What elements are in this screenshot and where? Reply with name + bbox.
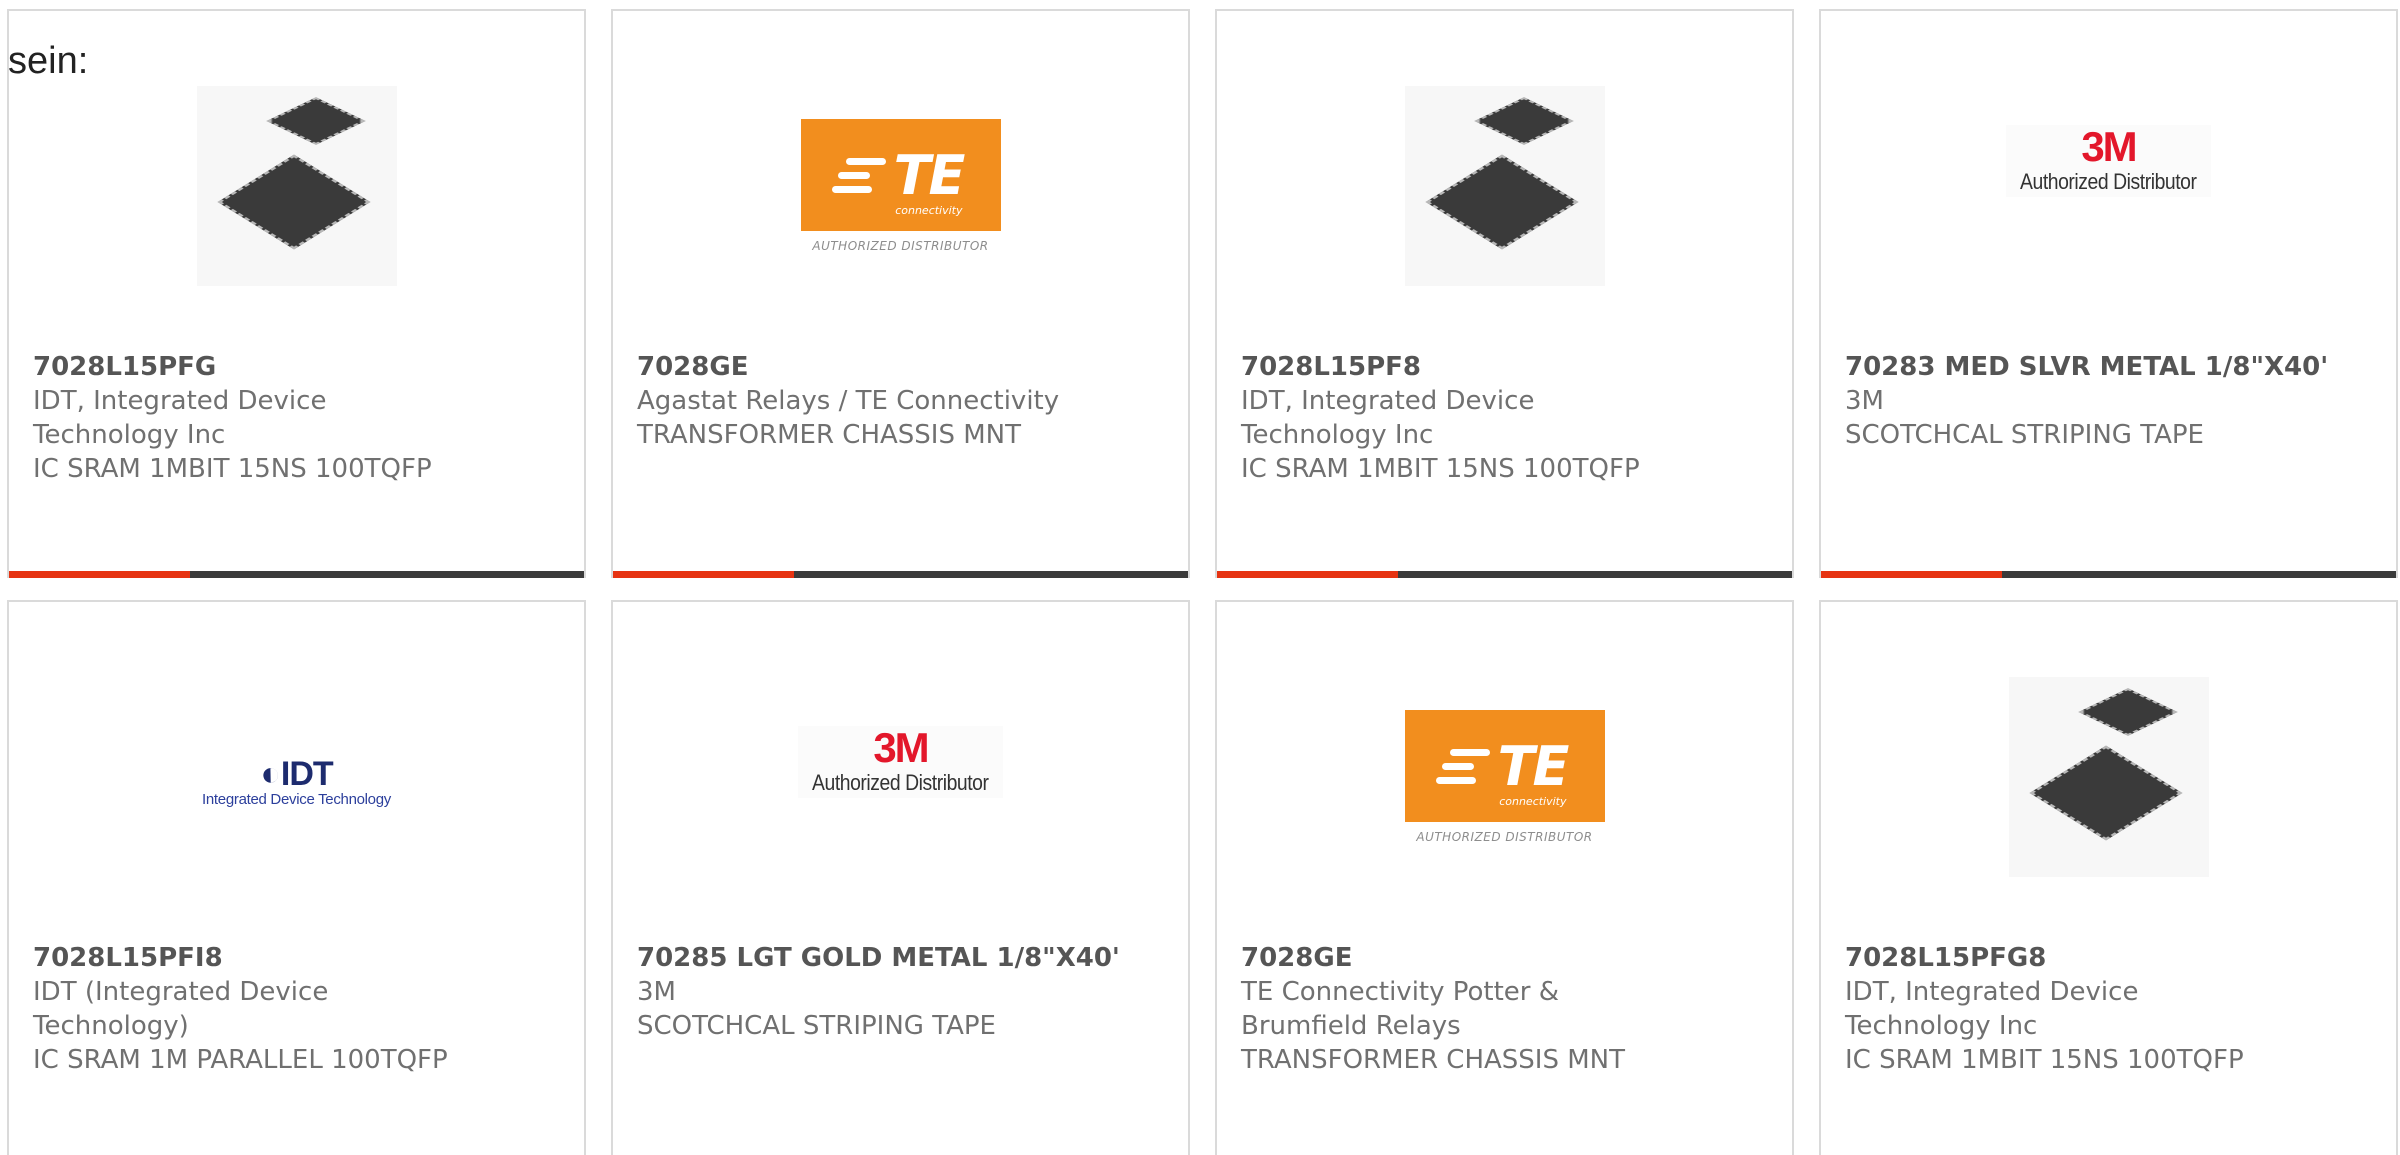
product-info: 70285 LGT GOLD METAL 1/8"X40' 3M SCOTCHC… [637, 941, 1168, 1043]
part-number-link[interactable]: 7028GE [637, 350, 1168, 384]
product-results-page: sein: 7028L15PFG IDT, Integrated Device … [0, 0, 2400, 1155]
product-image-area[interactable]: ◐ IDT Integrated Device Technology [9, 742, 584, 822]
product-card[interactable]: ◐ IDT Integrated Device Technology 7028L… [7, 600, 586, 1155]
manufacturer-name: TE Connectivity Potter & Brumfield Relay… [1241, 977, 1560, 1041]
product-image-area[interactable]: 3M Authorized Distributor [613, 722, 1188, 802]
te-logo-subtext: connectivity [895, 204, 963, 217]
prefix-text: sein: [8, 40, 89, 82]
idt-logo-caption: Integrated Device Technology [202, 790, 391, 808]
chip-large-shape [1425, 154, 1578, 250]
product-info: 7028GE TE Connectivity Potter & Brumfiel… [1241, 941, 1772, 1077]
manufacturer-name: 3M [1845, 386, 1884, 416]
3m-logo[interactable]: 3M Authorized Distributor [798, 726, 1003, 798]
product-image-area[interactable] [1821, 662, 2396, 892]
card-bottom-bar [1217, 571, 1792, 578]
product-card[interactable]: 3M Authorized Distributor 70285 LGT GOLD… [611, 600, 1190, 1155]
product-grid: 7028L15PFG IDT, Integrated Device Techno… [7, 9, 2398, 1155]
te-connectivity-logo[interactable]: TE connectivity AUTHORIZED DISTRIBUTOR [800, 119, 1001, 253]
idt-circle-icon: ◐ [260, 754, 281, 793]
te-logo-caption: AUTHORIZED DISTRIBUTOR [812, 239, 989, 253]
product-image-area[interactable] [1217, 71, 1792, 301]
chip-package-image[interactable] [196, 86, 397, 286]
product-card[interactable]: TE connectivity AUTHORIZED DISTRIBUTOR 7… [1215, 600, 1794, 1155]
3m-logo-caption: Authorized Distributor [2020, 169, 2197, 194]
te-logo-mark: TE [893, 143, 966, 207]
3m-logo-mark: 3M [873, 724, 929, 771]
product-image-area[interactable]: TE connectivity AUTHORIZED DISTRIBUTOR [1217, 662, 1792, 892]
product-description: TRANSFORMER CHASSIS MNT [637, 420, 1022, 450]
te-logo-subtext: connectivity [1499, 795, 1567, 808]
idt-logo-top: ◐ IDT [260, 754, 334, 793]
manufacturer-name: IDT, Integrated Device Technology Inc [33, 386, 327, 450]
chip-small-shape [1474, 97, 1573, 145]
card-accent-segment [613, 571, 794, 578]
te-logo-box: TE connectivity [800, 119, 1001, 231]
te-stripes-icon [831, 157, 886, 193]
chip-package-image[interactable] [2008, 677, 2209, 877]
te-logo-mark: TE [1497, 734, 1570, 798]
card-accent-segment [9, 571, 190, 578]
chip-small-shape [2078, 688, 2177, 736]
card-bottom-bar [613, 571, 1188, 578]
part-number-link[interactable]: 7028L15PFI8 [33, 941, 564, 975]
product-info: 70283 MED SLVR METAL 1/8"X40' 3M SCOTCHC… [1845, 350, 2376, 452]
card-accent-segment [1821, 571, 2002, 578]
chip-package-image[interactable] [1404, 86, 1605, 286]
product-card[interactable]: 7028L15PF8 IDT, Integrated Device Techno… [1215, 9, 1794, 578]
part-number-link[interactable]: 7028GE [1241, 941, 1772, 975]
part-number-link[interactable]: 7028L15PFG [33, 350, 564, 384]
part-number-link[interactable]: 7028L15PFG8 [1845, 941, 2376, 975]
product-description: SCOTCHCAL STRIPING TAPE [637, 1011, 996, 1041]
product-info: 7028L15PFI8 IDT (Integrated Device Techn… [33, 941, 564, 1077]
product-description: TRANSFORMER CHASSIS MNT [1241, 1045, 1626, 1075]
product-info: 7028GE Agastat Relays / TE Connectivity … [637, 350, 1168, 452]
product-info: 7028L15PFG IDT, Integrated Device Techno… [33, 350, 564, 486]
3m-logo[interactable]: 3M Authorized Distributor [2006, 125, 2211, 197]
idt-logo-mark: IDT [280, 754, 334, 793]
product-image-area[interactable]: 3M Authorized Distributor [1821, 121, 2396, 201]
product-image-area[interactable] [9, 71, 584, 301]
product-card[interactable]: 3M Authorized Distributor 70283 MED SLVR… [1819, 9, 2398, 578]
product-image-area[interactable]: TE connectivity AUTHORIZED DISTRIBUTOR [613, 71, 1188, 301]
manufacturer-name: IDT (Integrated Device Technology) [33, 977, 329, 1041]
product-card[interactable]: TE connectivity AUTHORIZED DISTRIBUTOR 7… [611, 9, 1190, 578]
3m-logo-mark: 3M [2081, 123, 2137, 170]
product-card[interactable]: 7028L15PFG8 IDT, Integrated Device Techn… [1819, 600, 2398, 1155]
3m-logo-caption: Authorized Distributor [812, 770, 989, 795]
manufacturer-name: Agastat Relays / TE Connectivity [637, 386, 1060, 416]
product-description: IC SRAM 1M PARALLEL 100TQFP [33, 1045, 448, 1075]
te-connectivity-logo[interactable]: TE connectivity AUTHORIZED DISTRIBUTOR [1404, 710, 1605, 844]
idt-logo[interactable]: ◐ IDT Integrated Device Technology [194, 757, 399, 808]
part-number-link[interactable]: 7028L15PF8 [1241, 350, 1772, 384]
te-logo-caption: AUTHORIZED DISTRIBUTOR [1416, 830, 1593, 844]
te-stripes-icon [1435, 748, 1490, 784]
product-description: IC SRAM 1MBIT 15NS 100TQFP [33, 454, 432, 484]
product-description: IC SRAM 1MBIT 15NS 100TQFP [1241, 454, 1640, 484]
chip-small-shape [266, 97, 365, 145]
part-number-link[interactable]: 70285 LGT GOLD METAL 1/8"X40' [637, 941, 1168, 975]
product-description: IC SRAM 1MBIT 15NS 100TQFP [1845, 1045, 2244, 1075]
part-number-link[interactable]: 70283 MED SLVR METAL 1/8"X40' [1845, 350, 2376, 384]
manufacturer-name: IDT, Integrated Device Technology Inc [1241, 386, 1535, 450]
te-logo-box: TE connectivity [1404, 710, 1605, 822]
product-info: 7028L15PFG8 IDT, Integrated Device Techn… [1845, 941, 2376, 1077]
card-bottom-bar [1821, 571, 2396, 578]
manufacturer-name: IDT, Integrated Device Technology Inc [1845, 977, 2139, 1041]
chip-large-shape [2029, 745, 2182, 841]
card-bottom-bar [9, 571, 584, 578]
card-accent-segment [1217, 571, 1398, 578]
product-card[interactable]: 7028L15PFG IDT, Integrated Device Techno… [7, 9, 586, 578]
chip-large-shape [217, 154, 370, 250]
product-info: 7028L15PF8 IDT, Integrated Device Techno… [1241, 350, 1772, 486]
product-description: SCOTCHCAL STRIPING TAPE [1845, 420, 2204, 450]
manufacturer-name: 3M [637, 977, 676, 1007]
